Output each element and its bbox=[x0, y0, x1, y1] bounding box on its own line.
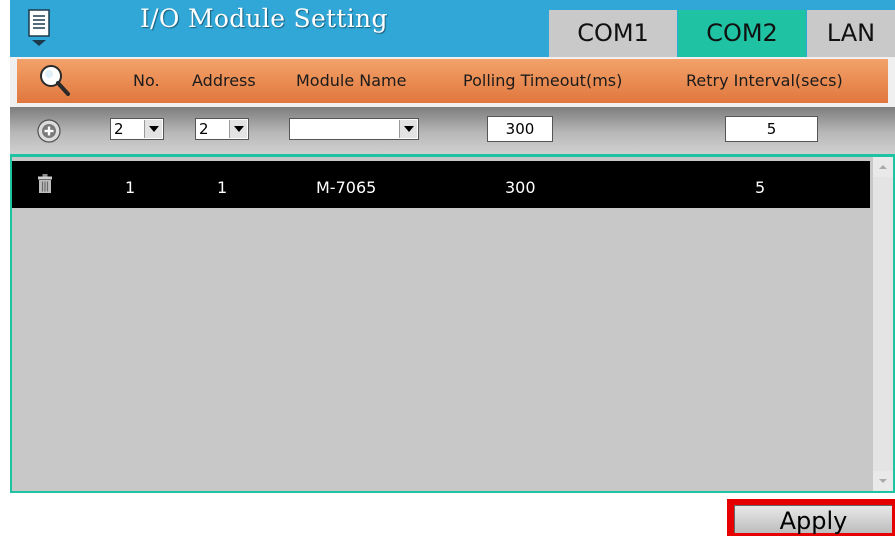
address-select[interactable]: 2 bbox=[195, 118, 249, 140]
chevron-down-icon[interactable] bbox=[399, 120, 417, 138]
scroll-down-button[interactable] bbox=[873, 471, 893, 491]
cell-address: 1 bbox=[217, 178, 228, 197]
column-retry-interval: Retry Interval(secs) bbox=[686, 71, 843, 90]
add-icon[interactable] bbox=[36, 118, 62, 144]
chevron-down-icon[interactable] bbox=[229, 120, 247, 138]
column-header-bar: No. Address Module Name Polling Timeout(… bbox=[10, 57, 895, 107]
new-entry-row: 2 2 300 5 bbox=[10, 107, 895, 154]
retry-interval-input[interactable]: 5 bbox=[725, 116, 818, 142]
table-row[interactable]: 1 1 M-7065 300 5 bbox=[12, 161, 870, 208]
menu-icon[interactable] bbox=[28, 9, 50, 47]
scroll-up-button[interactable] bbox=[873, 157, 893, 177]
trash-icon[interactable] bbox=[37, 173, 53, 195]
apply-button-label: Apply bbox=[734, 505, 892, 535]
polling-timeout-input[interactable]: 300 bbox=[487, 116, 553, 142]
page-title: I/O Module Setting bbox=[140, 4, 388, 33]
header-bar: I/O Module Setting COM1 COM2 LAN bbox=[10, 0, 895, 57]
chevron-down-icon[interactable] bbox=[144, 120, 162, 138]
vertical-scrollbar[interactable] bbox=[873, 157, 893, 491]
cell-no: 1 bbox=[125, 178, 136, 197]
module-table: 1 1 M-7065 300 5 bbox=[10, 154, 895, 493]
cell-module-name: M-7065 bbox=[316, 178, 377, 197]
column-polling-timeout: Polling Timeout(ms) bbox=[463, 71, 623, 90]
no-select-value: 2 bbox=[114, 120, 124, 138]
column-address: Address bbox=[192, 71, 256, 90]
column-header-band: No. Address Module Name Polling Timeout(… bbox=[17, 59, 888, 103]
cell-polling-timeout: 300 bbox=[505, 178, 536, 197]
search-icon[interactable] bbox=[37, 63, 71, 97]
tab-com1[interactable]: COM1 bbox=[549, 10, 677, 57]
address-select-value: 2 bbox=[199, 120, 209, 138]
cell-retry-interval: 5 bbox=[755, 178, 766, 197]
column-no: No. bbox=[133, 71, 160, 90]
tab-com2[interactable]: COM2 bbox=[678, 10, 806, 57]
no-select[interactable]: 2 bbox=[110, 118, 164, 140]
apply-button[interactable]: Apply bbox=[727, 499, 895, 536]
module-name-select[interactable] bbox=[289, 118, 419, 140]
column-module-name: Module Name bbox=[296, 71, 407, 90]
tab-lan[interactable]: LAN bbox=[807, 10, 895, 57]
